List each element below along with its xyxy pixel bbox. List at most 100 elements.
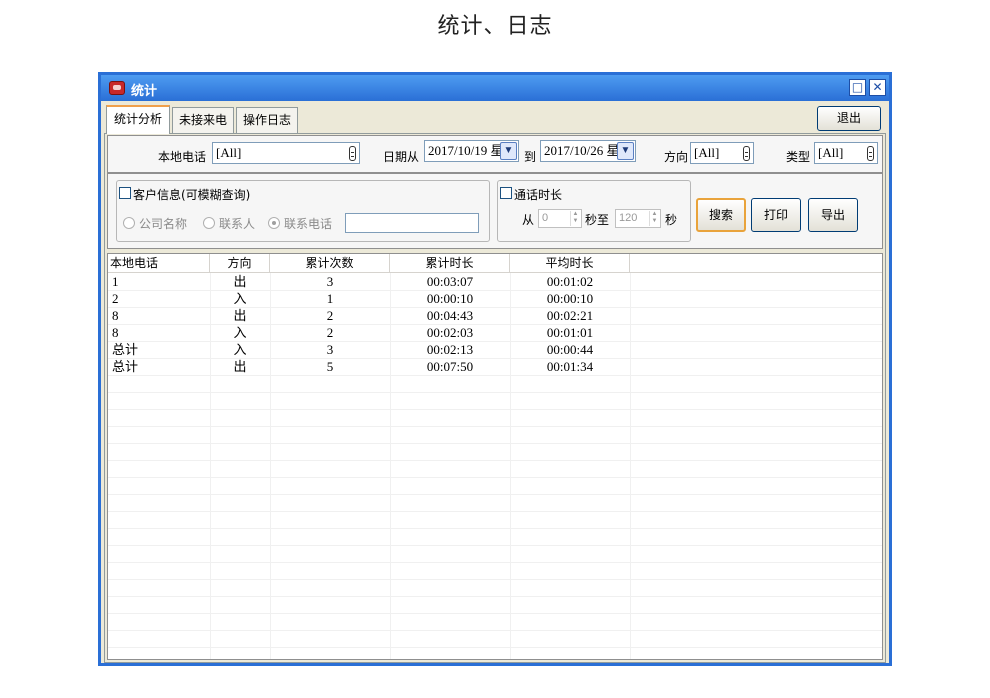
header-direction[interactable]: 方向 [210,254,270,273]
cell-total: 00:02:13 [426,342,474,357]
local-phone-select[interactable]: [All] [212,142,360,164]
cell-avg: 00:00:44 [546,342,594,357]
window-titlebar[interactable]: 统计 □ ✕ [101,75,889,101]
search-button[interactable]: 搜索 [696,198,746,232]
table-row[interactable]: 1 出 3 00:03:07 00:01:02 [108,274,882,291]
header-average-duration[interactable]: 平均时长 [510,254,630,273]
spin-arrows-icon[interactable]: ▲ ▼ [649,211,659,226]
table-row[interactable]: 8 出 2 00:04:43 00:02:21 [108,308,882,325]
table-header: 本地电话 方向 累计次数 累计时长 平均时长 [108,254,882,273]
customer-info-label: 客户信息(可模糊查询) [133,188,251,202]
close-button[interactable]: ✕ [869,79,886,96]
table-row[interactable] [108,580,882,597]
call-duration-checkbox[interactable] [500,187,512,199]
direction-select[interactable]: [All] [690,142,754,164]
date-to-picker[interactable]: 2017/10/26 星 ▼ [540,140,636,162]
call-duration-label: 通话时长 [514,188,563,202]
cell-avg: 00:01:01 [546,325,594,340]
cell-count: 5 [326,359,334,374]
header-call-count[interactable]: 累计次数 [270,254,390,273]
chevron-down-icon[interactable]: ▼ [617,142,634,160]
duration-unit-label: 秒 [665,213,678,227]
cell-count: 2 [326,325,334,340]
local-phone-value: [All] [216,145,242,160]
local-phone-label: 本地电话 [158,150,207,164]
cell-count: 3 [326,274,334,289]
table-row[interactable] [108,444,882,461]
duration-from-stepper[interactable]: 0 ▲ ▼ [538,209,582,228]
stats-table[interactable]: 本地电话 方向 累计次数 累计时长 平均时长 1 出 3 00:03:07 00:01:… [107,253,883,660]
header-local-phone[interactable]: 本地电话 [110,254,210,273]
cell-phone: 2 [112,291,119,306]
date-to-label: 到 [524,150,537,164]
table-row[interactable] [108,597,882,614]
scroll-knob-icon [743,146,750,161]
cell-direction: 出 [233,308,247,323]
date-from-label: 日期从 [383,150,420,164]
radio-company-label: 公司名称 [139,217,188,231]
table-row[interactable] [108,546,882,563]
maximize-button[interactable]: □ [849,79,866,96]
header-total-duration[interactable]: 累计时长 [390,254,510,273]
type-label: 类型 [786,150,811,164]
table-row[interactable] [108,461,882,478]
chevron-down-icon[interactable]: ▼ [500,142,517,160]
options-bar: 客户信息(可模糊查询) 公司名称 联系人 联系电话 通话时长 从 0 ▲ ▼ 秒至… [107,173,883,249]
scroll-knob-icon [867,146,874,161]
table-row[interactable]: 2 入 1 00:00:10 00:00:10 [108,291,882,308]
export-button[interactable]: 导出 [808,198,858,232]
table-row[interactable] [108,478,882,495]
print-button[interactable]: 打印 [751,198,801,232]
direction-value: [All] [694,145,720,160]
cell-direction: 出 [233,274,247,289]
filter-bar: 本地电话 [All] 日期从 2017/10/19 星 ▼ 到 2017/10/… [107,135,883,173]
radio-contact[interactable] [203,217,215,229]
radio-phone-label: 联系电话 [284,217,333,231]
exit-button[interactable]: 退出 [817,106,881,131]
date-from-picker[interactable]: 2017/10/19 星 ▼ [424,140,519,162]
direction-label: 方向 [664,150,689,164]
type-select[interactable]: [All] [814,142,878,164]
spin-arrows-icon[interactable]: ▲ ▼ [570,211,580,226]
table-row[interactable]: 总计 入 3 00:02:13 00:00:44 [108,342,882,359]
cell-total: 00:00:10 [426,291,474,306]
table-row[interactable]: 总计 出 5 00:07:50 00:01:34 [108,359,882,376]
table-row[interactable] [108,410,882,427]
table-row[interactable] [108,631,882,648]
table-row[interactable] [108,495,882,512]
table-row[interactable] [108,393,882,410]
duration-from-value: 0 [542,212,549,224]
duration-to-stepper[interactable]: 120 ▲ ▼ [615,209,661,228]
tab-missed-calls[interactable]: 未接来电 [172,107,234,133]
type-value: [All] [818,145,844,160]
table-row[interactable] [108,512,882,529]
customer-search-input[interactable] [345,213,479,233]
table-row[interactable] [108,427,882,444]
customer-info-checkbox[interactable] [119,187,131,199]
cell-phone: 8 [112,308,119,323]
cell-total: 00:03:07 [426,274,474,289]
tab-statistics[interactable]: 统计分析 [106,105,170,134]
radio-contact-label: 联系人 [219,217,256,231]
cell-avg: 00:00:10 [546,291,594,306]
cell-phone: 总计 [112,342,139,357]
cell-total: 00:04:43 [426,308,474,323]
cell-count: 2 [326,308,334,323]
radio-company[interactable] [123,217,135,229]
tab-operation-log[interactable]: 操作日志 [236,107,298,133]
cell-phone: 8 [112,325,119,340]
radio-phone[interactable] [268,217,280,229]
table-row[interactable]: 8 入 2 00:02:03 00:01:01 [108,325,882,342]
date-from-value: 2017/10/19 星 [428,143,504,158]
table-row[interactable] [108,529,882,546]
cell-count: 1 [326,291,334,306]
table-row[interactable] [108,648,882,659]
cell-phone: 总计 [112,359,139,374]
cell-count: 3 [326,342,334,357]
cell-total: 00:07:50 [426,359,474,374]
date-to-value: 2017/10/26 星 [544,143,620,158]
table-row[interactable] [108,614,882,631]
table-row[interactable] [108,563,882,580]
cell-direction: 入 [233,342,247,357]
table-row[interactable] [108,376,882,393]
